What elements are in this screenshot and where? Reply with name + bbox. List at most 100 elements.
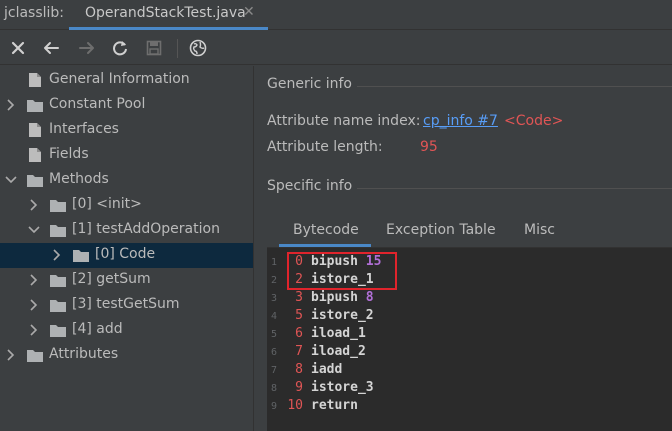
bytecode-instruction: return — [311, 398, 358, 413]
tab-close-icon[interactable]: ✕ — [243, 4, 255, 20]
attribute-length-value: 95 — [420, 139, 438, 155]
tree-item-code-attribute[interactable]: [0] Code — [0, 243, 253, 268]
chevron-right-icon[interactable] — [28, 324, 40, 336]
opcode: iload_2 — [311, 344, 366, 359]
bytecode-offset: 5 — [295, 308, 303, 323]
opcode: bipush — [311, 254, 358, 269]
line-number: 1 — [271, 257, 278, 268]
folder-icon — [27, 100, 43, 112]
tree-item-method-test-get-sum[interactable]: [3] testGetSum — [0, 293, 253, 318]
tab-operand-stack-test[interactable]: OperandStackTest.java ✕ — [69, 0, 268, 30]
line-number: 8 — [271, 383, 278, 394]
bytecode-instruction: istore_3 — [311, 380, 374, 395]
chevron-right-icon[interactable] — [51, 249, 63, 261]
file-icon — [29, 148, 41, 162]
bytecode-line[interactable]: 1 0 bipush 15 — [267, 254, 672, 272]
chevron-down-icon[interactable] — [28, 224, 40, 236]
class-tree: General Information Constant Pool Interf… — [0, 66, 253, 431]
tree-item-label: [1] testAddOperation — [72, 221, 220, 237]
tree-item-label: [4] add — [72, 321, 123, 337]
tree-item-label: [0] <init> — [72, 196, 142, 212]
save-icon[interactable] — [143, 37, 165, 59]
panel-splitter[interactable] — [253, 66, 267, 431]
bytecode-line[interactable]: 5 6 iload_1 — [267, 326, 672, 344]
tab-exception-table[interactable]: Exception Table — [386, 222, 496, 238]
tree-item-general-information[interactable]: General Information — [0, 68, 253, 93]
folder-icon — [50, 200, 66, 212]
back-icon[interactable] — [40, 37, 62, 59]
line-number: 5 — [271, 329, 278, 340]
chevron-right-icon[interactable] — [28, 199, 40, 211]
bytecode-line[interactable]: 7 8 iadd — [267, 362, 672, 380]
chevron-right-icon[interactable] — [28, 299, 40, 311]
bytecode-offset: 6 — [295, 326, 303, 341]
opcode: istore_3 — [311, 380, 374, 395]
tree-item-label: Interfaces — [49, 121, 119, 137]
bytecode-line[interactable]: 9 10 return — [267, 398, 672, 416]
bytecode-offset: 9 — [295, 380, 303, 395]
app-name: jclasslib: — [4, 5, 65, 21]
chevron-down-icon[interactable] — [5, 174, 17, 186]
opcode: istore_2 — [311, 308, 374, 323]
folder-icon — [27, 350, 43, 362]
close-icon[interactable] — [7, 37, 29, 59]
browser-icon[interactable] — [187, 37, 209, 59]
tree-item-attributes[interactable]: Attributes — [0, 343, 253, 368]
line-number: 9 — [271, 401, 278, 412]
tab-misc[interactable]: Misc — [524, 222, 555, 238]
bytecode-instruction: iload_2 — [311, 344, 366, 359]
forward-icon[interactable] — [76, 37, 98, 59]
bytecode-line[interactable]: 4 5 istore_2 — [267, 308, 672, 326]
tree-item-label: Attributes — [49, 346, 119, 362]
bytecode-offset: 0 — [295, 254, 303, 269]
tree-item-interfaces[interactable]: Interfaces — [0, 118, 253, 143]
operand: 8 — [365, 290, 374, 305]
opcode: return — [311, 398, 358, 413]
tab-active-indicator — [69, 27, 268, 30]
specific-info-title: Specific info — [267, 178, 353, 194]
toolbar-separator — [177, 39, 178, 58]
file-icon — [29, 73, 41, 87]
chevron-right-icon[interactable] — [28, 274, 40, 286]
refresh-icon[interactable] — [109, 37, 131, 59]
tree-item-label: Constant Pool — [49, 96, 146, 112]
folder-icon — [50, 275, 66, 287]
tree-item-method-test-add-operation[interactable]: [1] testAddOperation — [0, 218, 253, 243]
bytecode-line[interactable]: 8 9 istore_3 — [267, 380, 672, 398]
section-divider — [357, 86, 672, 87]
generic-info-title: Generic info — [267, 76, 352, 92]
bytecode-line[interactable]: 3 3 bipush 8 — [267, 290, 672, 308]
tree-item-constant-pool[interactable]: Constant Pool — [0, 93, 253, 118]
tree-item-label: [3] testGetSum — [72, 296, 180, 312]
bytecode-offset: 7 — [295, 344, 303, 359]
bytecode-view[interactable]: 1 0 bipush 15 2 2 istore_1 3 3 bipush 8 4 5 istore_… — [267, 248, 672, 431]
line-number: 3 — [271, 293, 278, 304]
folder-icon — [73, 250, 89, 262]
tree-item-label: Fields — [49, 146, 89, 162]
cp-info-link[interactable]: cp_info #7 — [423, 113, 498, 129]
tree-item-method-add[interactable]: [4] add — [0, 318, 253, 343]
chevron-right-icon[interactable] — [5, 349, 17, 361]
tree-item-method-init[interactable]: [0] <init> — [0, 193, 253, 218]
operand: 15 — [365, 254, 382, 269]
folder-icon — [50, 225, 66, 237]
bytecode-instruction: iadd — [311, 362, 342, 377]
tab-bytecode[interactable]: Bytecode — [293, 222, 359, 238]
opcode: istore_1 — [311, 272, 374, 287]
tree-item-methods[interactable]: Methods — [0, 168, 253, 193]
tree-item-method-get-sum[interactable]: [2] getSum — [0, 268, 253, 293]
bytecode-line[interactable]: 6 7 iload_2 — [267, 344, 672, 362]
tab-label: OperandStackTest.java — [85, 5, 246, 21]
tree-item-label: Methods — [49, 171, 109, 187]
tree-item-fields[interactable]: Fields — [0, 143, 253, 168]
folder-icon — [50, 300, 66, 312]
bytecode-line[interactable]: 2 2 istore_1 — [267, 272, 672, 290]
attribute-length-label: Attribute length: — [267, 139, 383, 155]
file-icon — [29, 123, 41, 137]
line-number: 4 — [271, 311, 278, 322]
bytecode-instruction: iload_1 — [311, 326, 366, 341]
detail-panel: Generic info Attribute name index: cp_in… — [267, 66, 672, 431]
opcode: iadd — [311, 362, 343, 377]
chevron-right-icon[interactable] — [5, 99, 17, 111]
bytecode-offset: 8 — [295, 362, 303, 377]
